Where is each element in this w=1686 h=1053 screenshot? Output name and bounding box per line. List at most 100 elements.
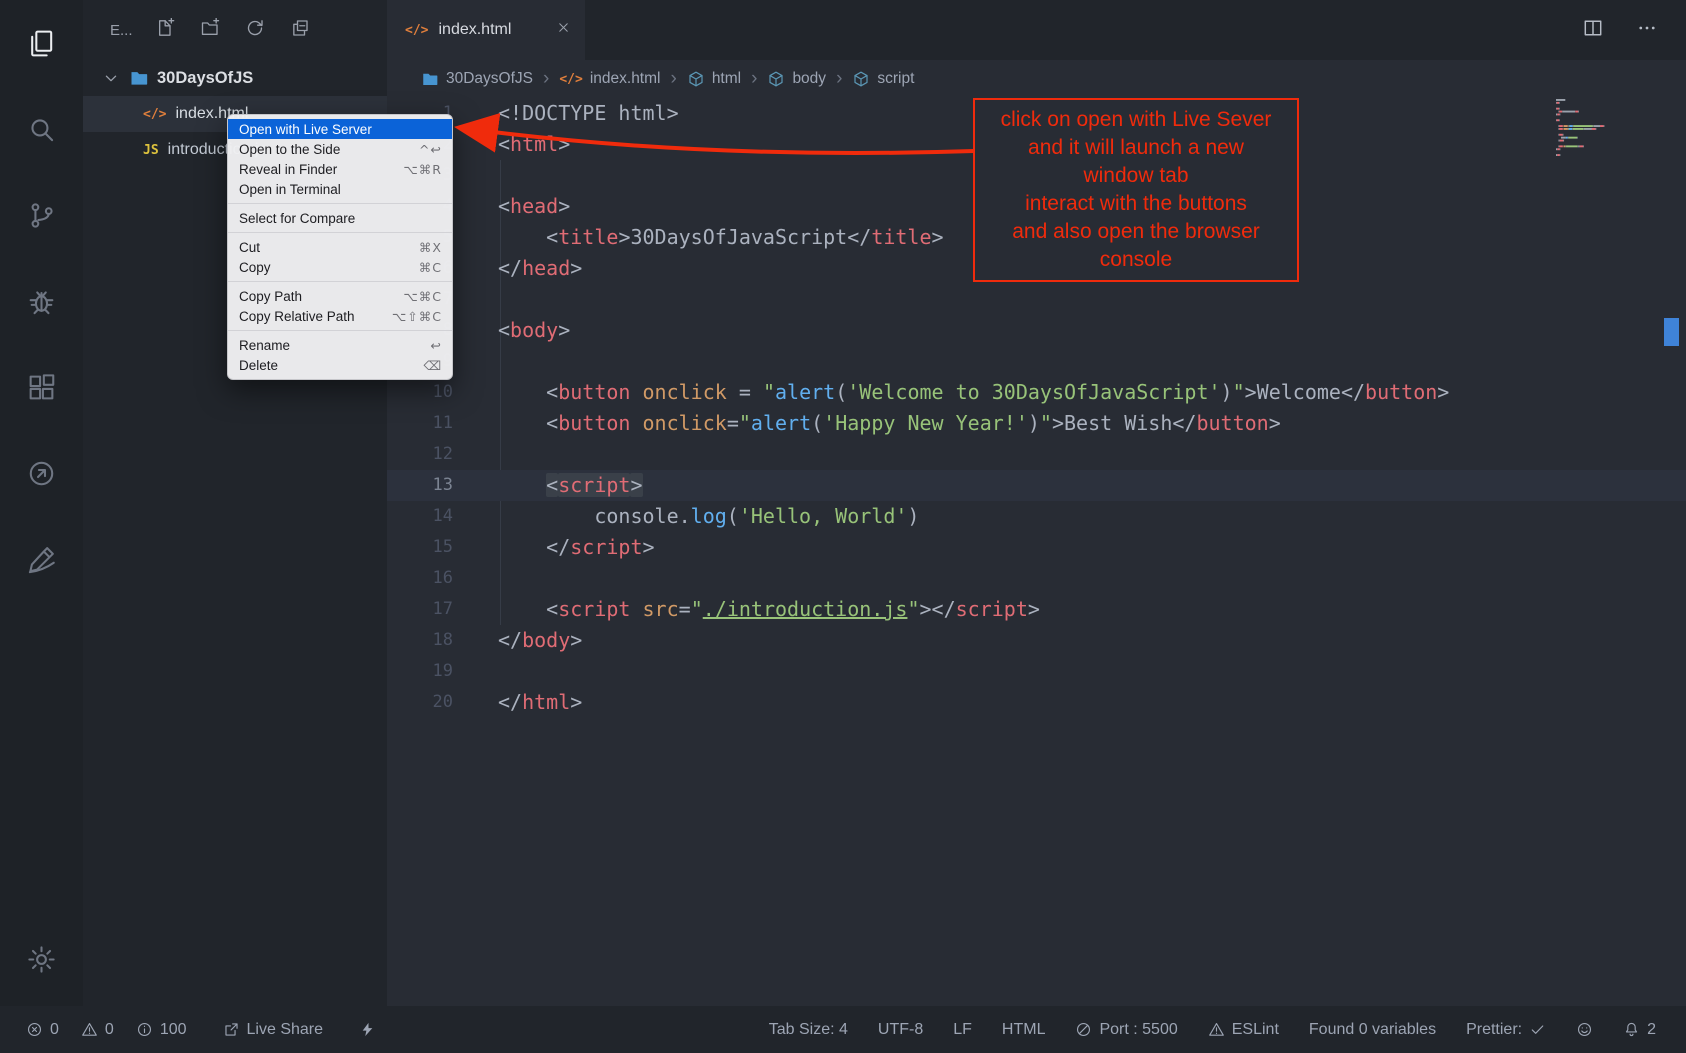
menu-separator xyxy=(228,203,452,204)
status-quick-run[interactable] xyxy=(359,1021,376,1038)
breadcrumb-label: 30DaysOfJS xyxy=(446,70,533,88)
menu-item-copy[interactable]: Copy⌘C xyxy=(228,257,452,277)
menu-item-open-with-live-server[interactable]: Open with Live Server xyxy=(228,119,452,139)
code-text: <body> xyxy=(498,315,570,346)
breadcrumb-separator: › xyxy=(543,68,549,90)
menu-item-copy-path[interactable]: Copy Path⌥⌘C xyxy=(228,286,452,306)
js-icon: JS xyxy=(143,143,159,158)
menu-item-label: Select for Compare xyxy=(239,211,355,226)
code-text: </head> xyxy=(498,253,582,284)
menu-separator xyxy=(228,232,452,233)
status-text: Port : 5500 xyxy=(1099,1021,1177,1039)
menu-item-shortcut: ↩ xyxy=(431,338,442,353)
refresh-explorer-button[interactable] xyxy=(245,18,265,43)
menu-item-label: Open to the Side xyxy=(239,142,340,157)
menu-item-delete[interactable]: Delete⌫ xyxy=(228,355,452,375)
close-tab-button[interactable] xyxy=(556,20,571,40)
menu-item-label: Open with Live Server xyxy=(239,122,372,137)
status-text: 0 xyxy=(50,1021,59,1039)
activity-settings[interactable] xyxy=(0,916,83,1002)
status-text: UTF-8 xyxy=(878,1021,923,1039)
breadcrumb-separator: › xyxy=(751,68,757,90)
menu-item-label: Copy Relative Path xyxy=(239,309,355,324)
status-text: Found 0 variables xyxy=(1309,1021,1436,1039)
breadcrumb-script[interactable]: script xyxy=(852,70,914,88)
collapse-folders-button[interactable] xyxy=(290,18,310,43)
status-encoding[interactable]: UTF-8 xyxy=(878,1021,923,1039)
line-number: 11 xyxy=(387,408,453,439)
circle-slash-icon xyxy=(1075,1021,1092,1038)
new-file-button[interactable] xyxy=(155,18,175,43)
status-feedback-smiley[interactable] xyxy=(1576,1021,1593,1038)
breadcrumb-index-html[interactable]: </>index.html xyxy=(559,70,660,88)
annotation-text: window tab xyxy=(979,162,1293,190)
breadcrumb-body[interactable]: body xyxy=(767,70,826,88)
tree-root-folder[interactable]: 30DaysOfJS xyxy=(83,60,387,96)
overview-ruler-marker xyxy=(1664,318,1679,346)
files-icon xyxy=(26,28,57,59)
menu-item-label: Rename xyxy=(239,338,290,353)
code-text: </body> xyxy=(498,625,582,656)
status-found-variables[interactable]: Found 0 variables xyxy=(1309,1021,1436,1039)
activity-explorer[interactable] xyxy=(0,0,83,86)
status-live-share[interactable]: Live Share xyxy=(223,1021,324,1039)
status-eslint[interactable]: ESLint xyxy=(1208,1021,1279,1039)
status-text: ESLint xyxy=(1232,1021,1279,1039)
status-tab-size[interactable]: Tab Size: 4 xyxy=(769,1021,848,1039)
code-line-10: 10 <button onclick = "alert('Welcome to … xyxy=(387,377,1686,408)
menu-item-select-for-compare[interactable]: Select for Compare xyxy=(228,208,452,228)
status-live-server-port[interactable]: Port : 5500 xyxy=(1075,1021,1177,1039)
menu-item-open-to-the-side[interactable]: Open to the Side^↩ xyxy=(228,139,452,159)
menu-item-label: Copy Path xyxy=(239,289,302,304)
live-share-icon xyxy=(26,458,57,489)
warning-icon xyxy=(81,1021,98,1038)
breadcrumb-label: script xyxy=(877,70,914,88)
editor-actions xyxy=(1582,0,1686,60)
breadcrumb-html[interactable]: html xyxy=(687,70,741,88)
activity-live-share[interactable] xyxy=(0,430,83,516)
folder-icon xyxy=(129,68,149,88)
new-folder-button[interactable] xyxy=(200,18,220,43)
status-language-mode[interactable]: HTML xyxy=(1002,1021,1046,1039)
code-line-11: 11 <button onclick="alert('Happy New Yea… xyxy=(387,408,1686,439)
menu-item-rename[interactable]: Rename ↩ xyxy=(228,335,452,355)
menu-item-cut[interactable]: Cut⌘X xyxy=(228,237,452,257)
minimap[interactable] xyxy=(1552,95,1652,165)
status-text: 2 xyxy=(1647,1021,1656,1039)
status-info-count[interactable]: 100 xyxy=(136,1021,187,1039)
menu-item-copy-relative-path[interactable]: Copy Relative Path⌥⇧⌘C xyxy=(228,306,452,326)
info-icon xyxy=(136,1021,153,1038)
status-warnings[interactable]: 0 xyxy=(81,1021,114,1039)
sidebar-header: E... xyxy=(83,0,387,60)
menu-item-reveal-in-finder[interactable]: Reveal in Finder⌥⌘R xyxy=(228,159,452,179)
code-text: <button onclick = "alert('Welcome to 30D… xyxy=(498,377,1449,408)
activity-search[interactable] xyxy=(0,86,83,172)
activity-extensions[interactable] xyxy=(0,344,83,430)
activity-feedback[interactable] xyxy=(0,516,83,602)
new-file-icon xyxy=(155,18,175,38)
code-text: <script> xyxy=(498,470,643,501)
more-actions-button[interactable] xyxy=(1636,17,1658,44)
html-icon: </> xyxy=(405,23,428,38)
breadcrumb-30daysofjs[interactable]: 30DaysOfJS xyxy=(421,70,533,88)
activity-source-control[interactable] xyxy=(0,172,83,258)
new-folder-icon xyxy=(200,18,220,38)
code-line-8: 8<body> xyxy=(387,315,1686,346)
status-eol[interactable]: LF xyxy=(953,1021,972,1039)
menu-item-label: Reveal in Finder xyxy=(239,162,337,177)
breadcrumb-label: html xyxy=(712,70,741,88)
split-editor-button[interactable] xyxy=(1582,17,1604,44)
menu-item-open-in-terminal[interactable]: Open in Terminal xyxy=(228,179,452,199)
code-line-15: 15 </script> xyxy=(387,532,1686,563)
tab-index-html[interactable]: </>index.html xyxy=(387,0,585,60)
code-text: <script src="./introduction.js"></script… xyxy=(498,594,1040,625)
folder-icon xyxy=(421,70,439,88)
status-text: 100 xyxy=(160,1021,187,1039)
activity-run-and-debug[interactable] xyxy=(0,258,83,344)
status-errors[interactable]: 0 xyxy=(26,1021,59,1039)
cube-icon xyxy=(852,70,870,88)
status-notifications[interactable]: 2 xyxy=(1623,1021,1656,1039)
cube-icon xyxy=(767,70,785,88)
status-prettier[interactable]: Prettier: xyxy=(1466,1021,1546,1039)
gear-icon xyxy=(26,944,57,975)
